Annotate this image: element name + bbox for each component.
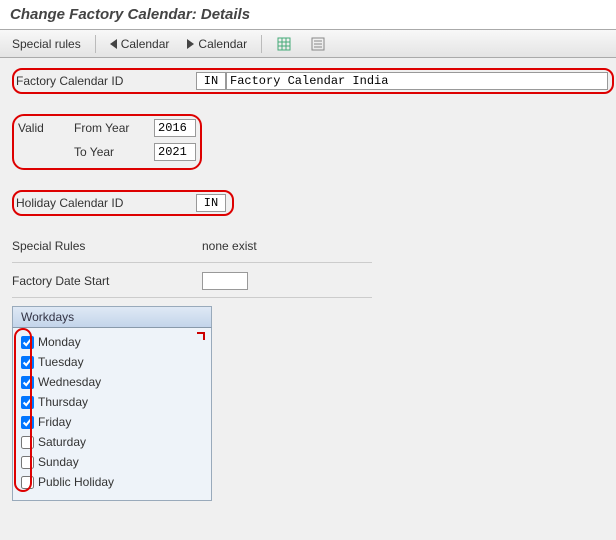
content: Factory Calendar ID Valid From Year To Y… [0, 58, 616, 511]
grid-icon [276, 36, 292, 52]
special-rules-label: Special Rules [12, 239, 142, 253]
factory-calendar-id-label: Factory Calendar ID [16, 74, 146, 88]
toolbar-icon-button-1[interactable] [272, 34, 296, 54]
workday-label: Friday [38, 415, 71, 429]
workday-checkbox-thursday[interactable] [21, 396, 34, 409]
to-year-label: To Year [74, 145, 154, 159]
workdays-header: Workdays [12, 306, 212, 328]
workday-row: Friday [19, 412, 205, 432]
divider [12, 262, 372, 263]
workday-row: Public Holiday [19, 472, 205, 492]
corner-mark-icon [197, 332, 205, 340]
toolbar: Special rules Calendar Calendar [0, 30, 616, 58]
list-icon [310, 36, 326, 52]
from-year-label: From Year [74, 121, 154, 135]
arrow-right-icon [187, 39, 194, 49]
workday-label: Thursday [38, 395, 88, 409]
workdays-body: Monday Tuesday Wednesday Thursday Friday Satu… [12, 328, 212, 501]
special-rules-button[interactable]: Special rules [8, 35, 85, 53]
prev-calendar-label: Calendar [121, 37, 170, 51]
arrow-left-icon [110, 39, 117, 49]
workday-row: Tuesday [19, 352, 205, 372]
valid-label: Valid [18, 121, 58, 135]
divider [12, 297, 372, 298]
workday-checkbox-sunday[interactable] [21, 456, 34, 469]
workdays-panel: Workdays Monday Tuesday Wednesday Thursday F… [12, 306, 212, 501]
workday-row: Saturday [19, 432, 205, 452]
workday-checkbox-wednesday[interactable] [21, 376, 34, 389]
toolbar-icon-button-2[interactable] [306, 34, 330, 54]
title-bar: Change Factory Calendar: Details [0, 0, 616, 30]
workday-row: Wednesday [19, 372, 205, 392]
special-rules-label: Special rules [12, 37, 81, 51]
holiday-calendar-id-input[interactable] [196, 194, 226, 212]
workday-checkbox-monday[interactable] [21, 336, 34, 349]
workday-label: Sunday [38, 455, 79, 469]
factory-date-start-row: Factory Date Start [12, 271, 604, 291]
prev-calendar-button[interactable]: Calendar [106, 35, 174, 53]
workday-row: Monday [19, 332, 205, 352]
workday-checkbox-friday[interactable] [21, 416, 34, 429]
workday-checkbox-tuesday[interactable] [21, 356, 34, 369]
workday-row: Sunday [19, 452, 205, 472]
workday-label: Public Holiday [38, 475, 114, 489]
factory-calendar-id-input[interactable] [196, 72, 226, 90]
factory-date-start-label: Factory Date Start [12, 274, 142, 288]
next-calendar-label: Calendar [198, 37, 247, 51]
to-year-input[interactable] [154, 143, 196, 161]
holiday-calendar-id-label: Holiday Calendar ID [16, 196, 146, 210]
workday-label: Monday [38, 335, 81, 349]
factory-calendar-desc-input[interactable] [226, 72, 608, 90]
valid-block-highlight: Valid From Year To Year [12, 114, 202, 170]
factory-calendar-id-highlight: Factory Calendar ID [12, 68, 614, 94]
workday-checkbox-public-holiday[interactable] [21, 476, 34, 489]
toolbar-separator [95, 35, 96, 53]
special-rules-value: none exist [202, 239, 257, 253]
special-rules-row: Special Rules none exist [12, 236, 604, 256]
workday-row: Thursday [19, 392, 205, 412]
from-year-input[interactable] [154, 119, 196, 137]
page-title: Change Factory Calendar: Details [10, 6, 606, 23]
factory-date-start-input[interactable] [202, 272, 248, 290]
holiday-calendar-id-highlight: Holiday Calendar ID [12, 190, 234, 216]
toolbar-separator [261, 35, 262, 53]
workday-label: Wednesday [38, 375, 101, 389]
workday-label: Tuesday [38, 355, 84, 369]
next-calendar-button[interactable]: Calendar [183, 35, 251, 53]
workday-checkbox-saturday[interactable] [21, 436, 34, 449]
workday-label: Saturday [38, 435, 86, 449]
